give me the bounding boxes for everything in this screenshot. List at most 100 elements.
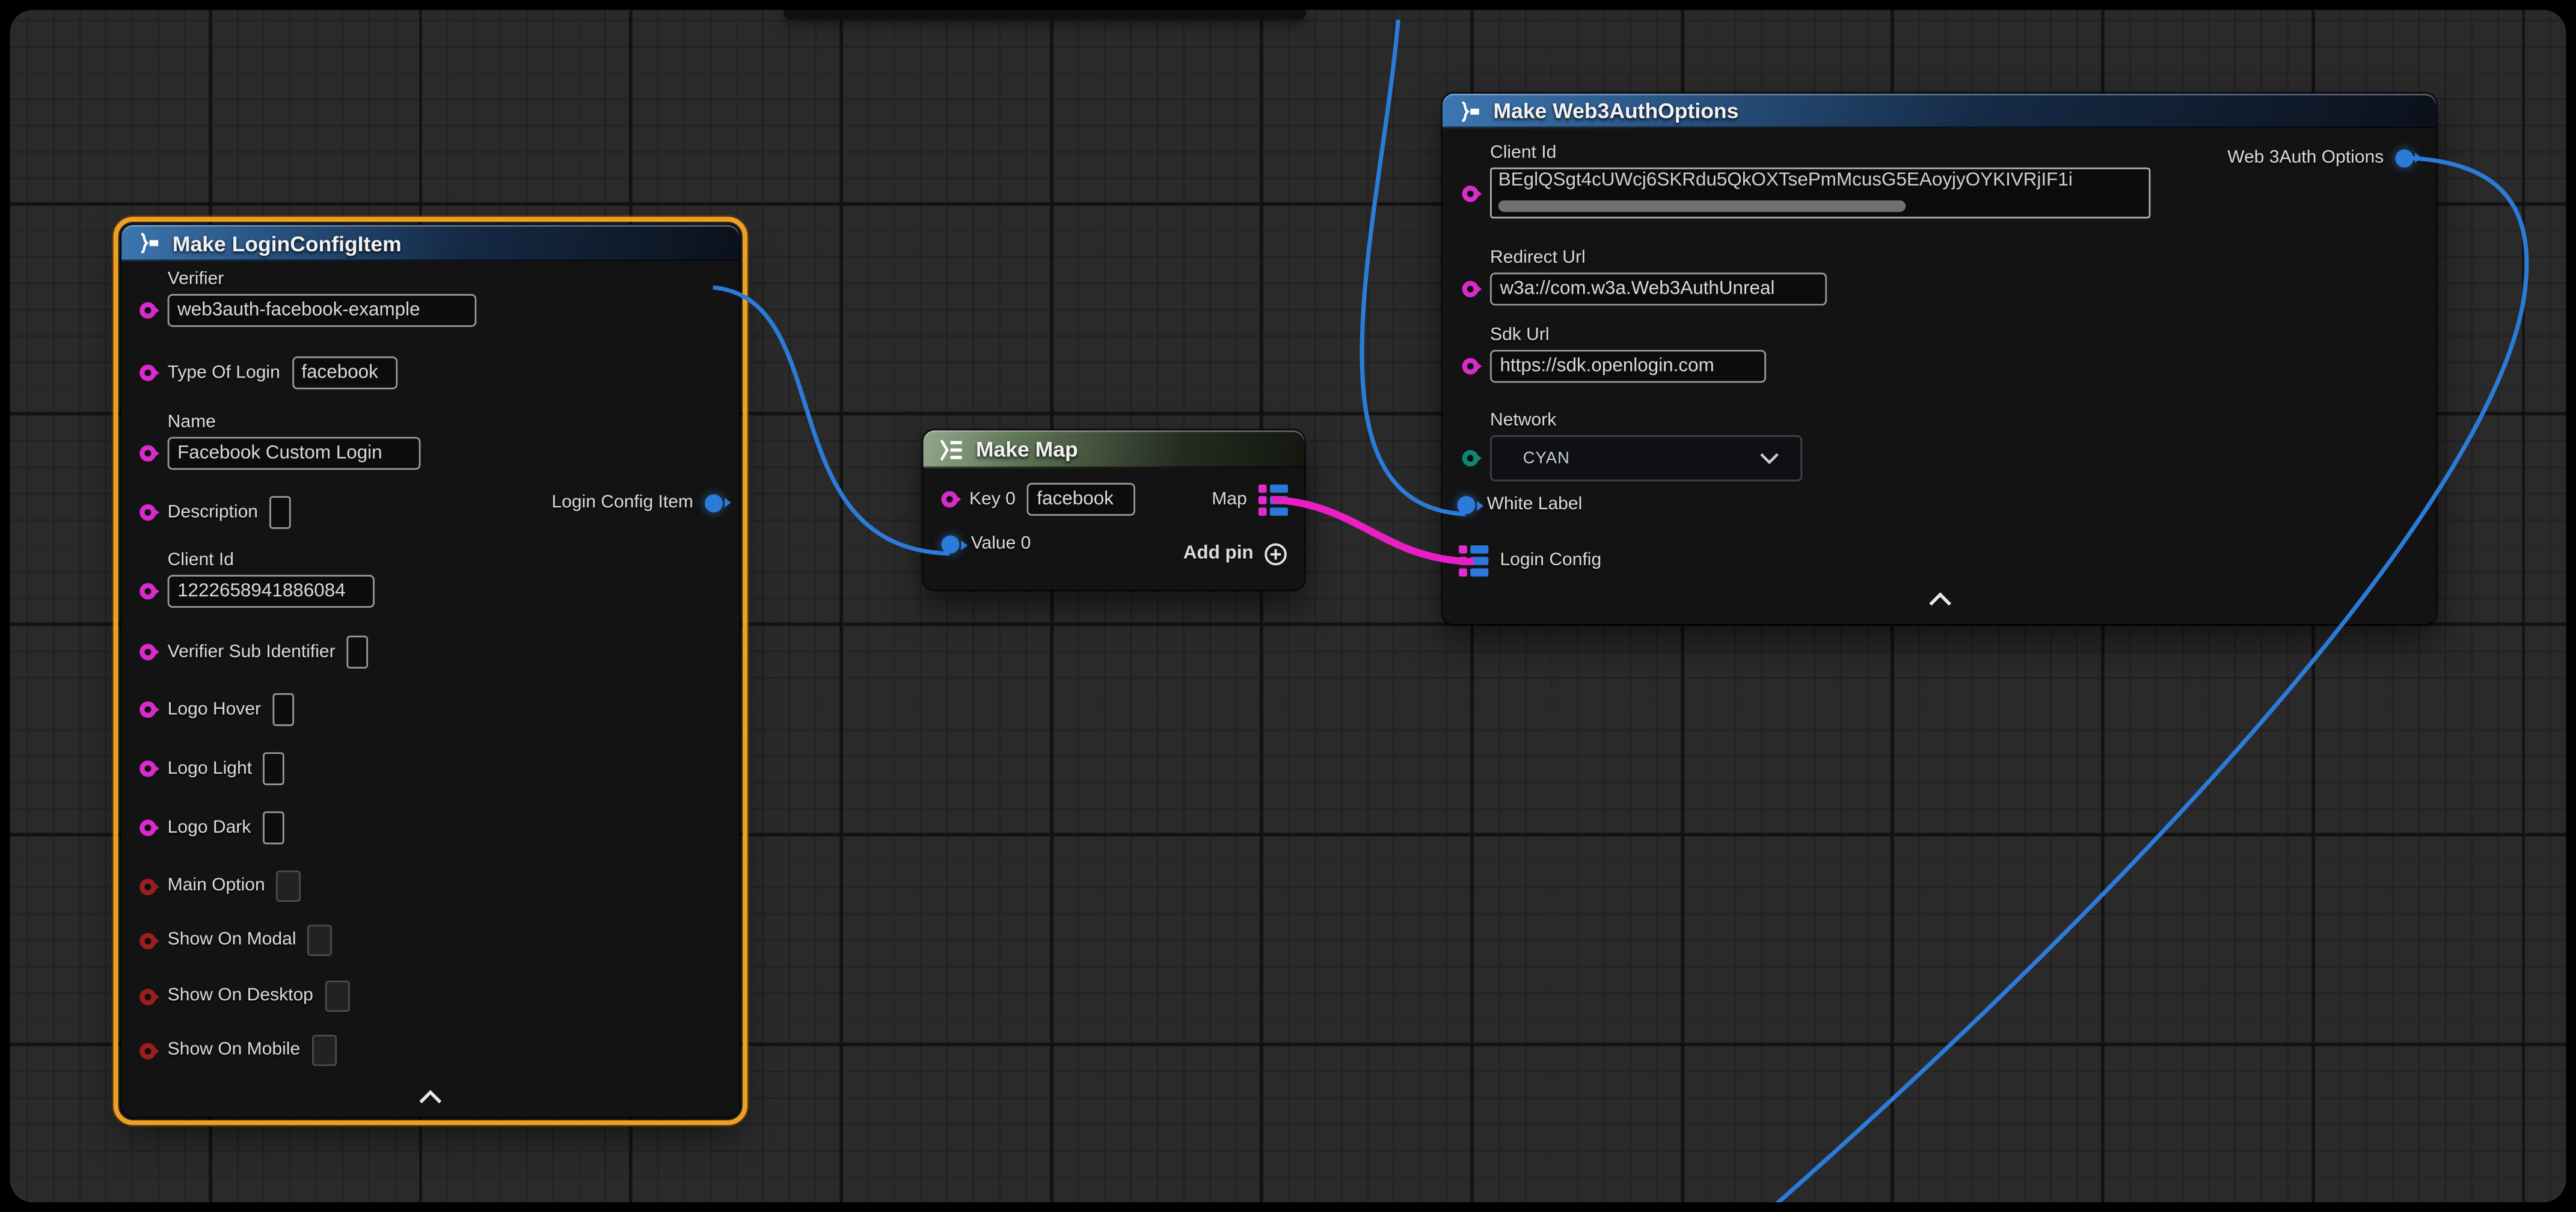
node-header[interactable]: Make Web3AuthOptions xyxy=(1443,94,2436,128)
add-pin-icon xyxy=(1263,541,1288,566)
pin-description[interactable] xyxy=(140,504,156,521)
field-label: Login Config xyxy=(1500,552,1601,570)
field-label: Logo Dark xyxy=(168,819,251,837)
collapse-node-button[interactable] xyxy=(417,1084,444,1100)
pin-key0[interactable] xyxy=(942,491,958,507)
field-label: Verifier Sub Identifier xyxy=(168,643,336,661)
pin-row-logo-light: Logo Light xyxy=(140,752,284,785)
pin-row-type-of-login: Type Of Login facebook xyxy=(140,357,397,390)
pin-client-id[interactable] xyxy=(140,583,156,599)
field-label: Logo Light xyxy=(168,760,252,778)
pin-row-main-option: Main Option xyxy=(140,871,301,902)
output-pin-label: Map xyxy=(1212,491,1247,509)
offscreen-node-bottom-edge[interactable] xyxy=(784,10,1306,19)
node-make-map[interactable]: Make Map Key 0 facebook Map Value 0 Add … xyxy=(923,430,1304,590)
network-selected-value: CYAN xyxy=(1492,449,1570,467)
pin-name[interactable] xyxy=(140,445,156,461)
field-label: Value 0 xyxy=(971,536,1031,554)
client-id-input[interactable]: BEglQSgt4cUWcj6SKRdu5QkOXTsePmMcusG5EAoy… xyxy=(1490,168,2150,219)
blueprint-editor: Make LoginConfigItem Login Config Item V… xyxy=(0,0,2576,1212)
field-label: White Label xyxy=(1487,496,1583,514)
field-label: Redirect Url xyxy=(1490,249,1827,268)
pin-client-id[interactable] xyxy=(1462,186,1479,202)
pin-verifier[interactable] xyxy=(140,302,156,319)
pin-show-on-mobile[interactable] xyxy=(140,1042,156,1059)
show-on-mobile-checkbox[interactable] xyxy=(311,1035,336,1066)
pin-row-logo-hover: Logo Hover xyxy=(140,693,293,726)
show-on-modal-checkbox[interactable] xyxy=(308,925,333,956)
key0-input[interactable]: facebook xyxy=(1027,483,1135,516)
chevron-up-icon xyxy=(1926,592,1952,608)
add-pin-button[interactable]: Add pin xyxy=(1183,536,1288,572)
pin-show-on-modal[interactable] xyxy=(140,932,156,948)
pin-row-verifier-sub-identifier: Verifier Sub Identifier xyxy=(140,635,368,669)
pin-value0[interactable] xyxy=(942,536,960,554)
collapse-node-button[interactable] xyxy=(1926,586,1952,602)
field-label: Key 0 xyxy=(969,491,1016,509)
output-pin-web3auth-options[interactable] xyxy=(2395,148,2413,167)
field-label: Name xyxy=(168,414,421,432)
logo-hover-input[interactable] xyxy=(272,693,294,726)
node-header[interactable]: Make LoginConfigItem xyxy=(121,225,739,261)
wire-loginconfigitem-to-value0[interactable] xyxy=(713,287,949,554)
pin-row-white-label: White Label xyxy=(1457,496,1582,514)
pin-row-value0: Value 0 xyxy=(942,536,1031,554)
pin-network[interactable] xyxy=(1462,450,1479,467)
pin-login-config[interactable] xyxy=(1459,545,1488,577)
verifier-sub-identifier-input[interactable] xyxy=(347,635,369,669)
pin-row-name: Name Facebook Custom Login xyxy=(140,414,420,470)
output-pin-label: Web 3Auth Options xyxy=(2227,148,2384,167)
pin-logo-hover[interactable] xyxy=(140,702,156,718)
pin-row-show-on-mobile: Show On Mobile xyxy=(140,1035,336,1066)
chevron-down-icon xyxy=(1759,453,1779,464)
output-pin-login-config-item[interactable] xyxy=(705,494,723,512)
pin-row-map-output: Map xyxy=(1212,482,1288,518)
field-label: Show On Modal xyxy=(168,931,296,949)
node-make-loginconfigitem[interactable]: Make LoginConfigItem Login Config Item V… xyxy=(121,225,739,1117)
sdk-url-input[interactable]: https://sdk.openlogin.com xyxy=(1490,350,1766,383)
pin-verifier-sub-identifier[interactable] xyxy=(140,644,156,660)
node-title: Make Map xyxy=(976,437,1078,462)
pin-row-redirect-url: Redirect Url w3a://com.w3a.Web3AuthUnrea… xyxy=(1462,249,1827,305)
pin-row-output: Login Config Item xyxy=(551,485,723,521)
redirect-url-input[interactable]: w3a://com.w3a.Web3AuthUnreal xyxy=(1490,273,1827,306)
field-label: Verifier xyxy=(168,271,477,289)
verifier-input[interactable]: web3auth-facebook-example xyxy=(168,294,477,327)
pin-type-of-login[interactable] xyxy=(140,365,156,381)
pin-white-label[interactable] xyxy=(1457,496,1475,514)
client-id-scrollbar[interactable] xyxy=(1498,200,1906,212)
description-input[interactable] xyxy=(269,496,291,529)
node-make-web3authoptions[interactable]: Make Web3AuthOptions Web 3Auth Options C… xyxy=(1443,94,2436,624)
pin-row-login-config: Login Config xyxy=(1459,545,1601,577)
pin-logo-light[interactable] xyxy=(140,761,156,777)
pin-redirect-url[interactable] xyxy=(1462,281,1479,297)
client-id-text: BEglQSgt4cUWcj6SKRdu5QkOXTsePmMcusG5EAoy… xyxy=(1498,171,2145,191)
pin-logo-dark[interactable] xyxy=(140,819,156,836)
show-on-desktop-checkbox[interactable] xyxy=(325,981,349,1012)
pin-sdk-url[interactable] xyxy=(1462,358,1479,375)
field-label: Client Id xyxy=(1490,144,2150,162)
pin-row-client-id: Client Id 1222658941886084 xyxy=(140,552,375,608)
output-pin-map[interactable] xyxy=(1259,484,1288,515)
network-dropdown[interactable]: CYAN xyxy=(1490,435,1802,481)
name-input[interactable]: Facebook Custom Login xyxy=(168,437,421,470)
pin-show-on-desktop[interactable] xyxy=(140,988,156,1004)
field-label: Sdk Url xyxy=(1490,327,1766,345)
add-pin-label: Add pin xyxy=(1183,545,1254,563)
pin-row-show-on-modal: Show On Modal xyxy=(140,925,332,956)
main-option-checkbox[interactable] xyxy=(277,871,301,902)
logo-light-input[interactable] xyxy=(263,752,285,785)
type-of-login-input[interactable]: facebook xyxy=(292,357,397,390)
node-header[interactable]: Make Map xyxy=(923,430,1304,468)
pin-main-option[interactable] xyxy=(140,878,156,894)
field-label: Network xyxy=(1490,412,1802,430)
graph-canvas[interactable]: Make LoginConfigItem Login Config Item V… xyxy=(10,10,2566,1202)
pin-row-output: Web 3Auth Options xyxy=(2227,139,2413,176)
pin-row-sdk-url: Sdk Url https://sdk.openlogin.com xyxy=(1462,327,1766,383)
output-pin-label: Login Config Item xyxy=(551,494,693,512)
pin-row-verifier: Verifier web3auth-facebook-example xyxy=(140,271,476,327)
client-id-input[interactable]: 1222658941886084 xyxy=(168,575,375,608)
make-struct-icon xyxy=(1457,99,1482,122)
logo-dark-input[interactable] xyxy=(263,812,284,845)
node-title: Make Web3AuthOptions xyxy=(1494,99,1739,123)
